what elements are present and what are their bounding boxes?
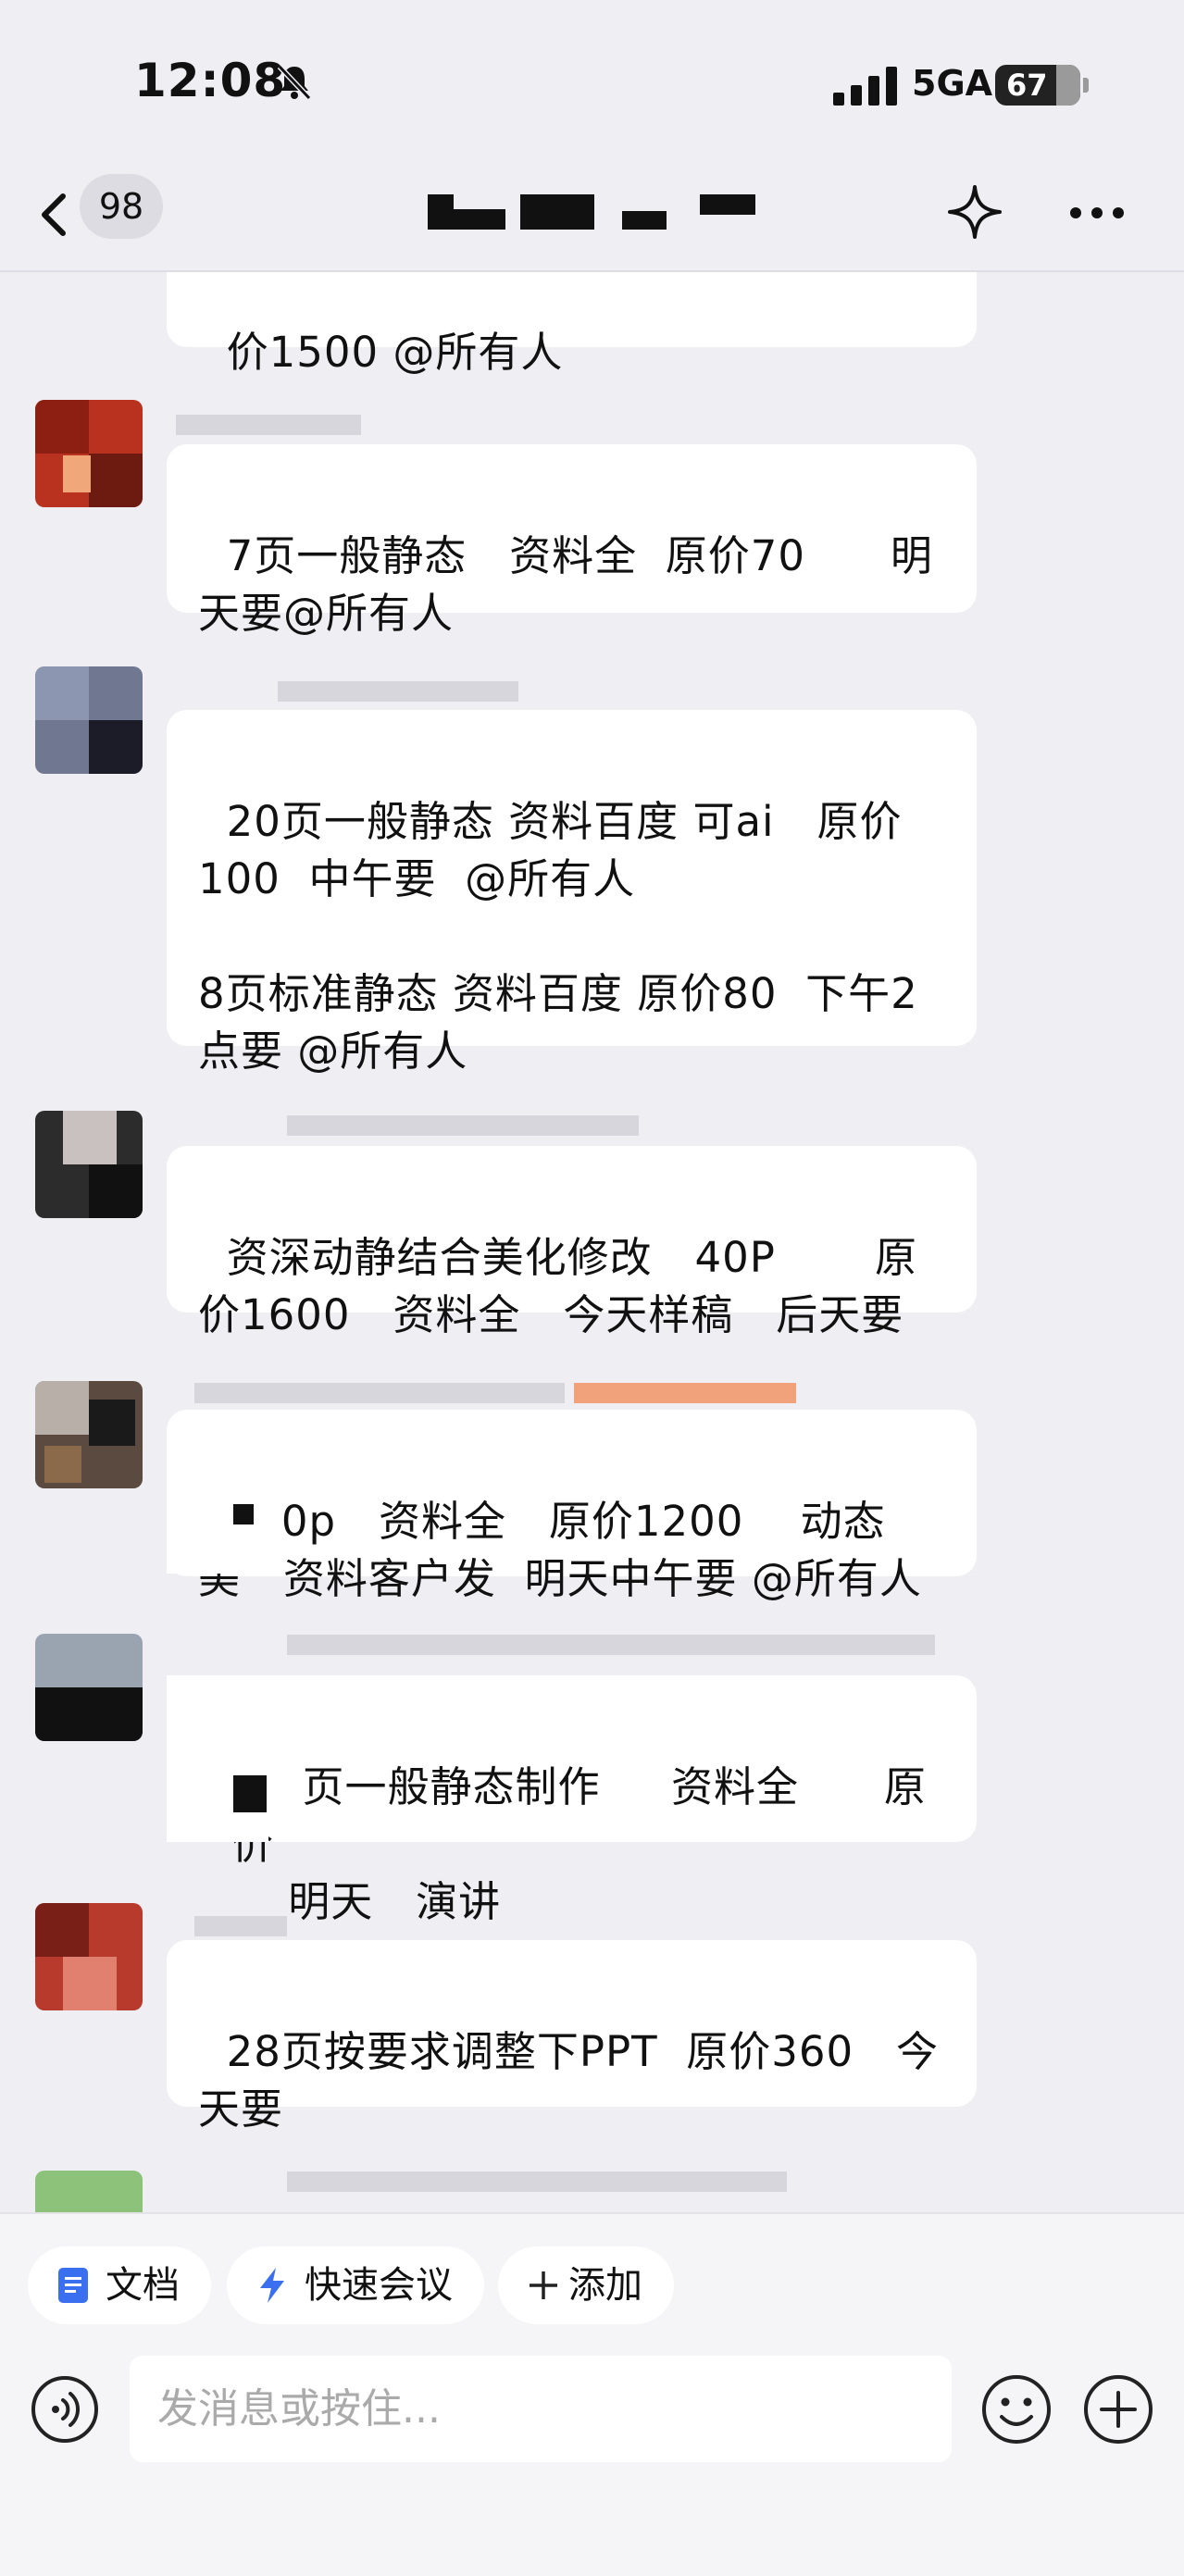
message-text: 页一般静态制作 资料全 原价 明天 演讲 (231, 1762, 927, 1926)
quick-action-label: 添加 (568, 2264, 642, 2307)
quick-action-label: 文档 (106, 2264, 180, 2307)
sender-name-redacted (287, 1635, 935, 1655)
title-redacted-block (428, 194, 454, 230)
unread-badge[interactable]: 98 (80, 174, 163, 239)
message-text: 20页一般静态 资料百度 可ai 原价100 中午要 @所有人 8页标准静态 资… (198, 797, 918, 1076)
voice-input-icon[interactable] (30, 2374, 100, 2445)
sparkle-ai-icon[interactable] (944, 181, 1005, 243)
title-redacted-block (520, 194, 594, 230)
doc-icon (58, 2268, 88, 2303)
title-redacted-block (700, 194, 755, 215)
add-circle-icon[interactable] (1081, 2372, 1155, 2446)
sender-name-redacted (176, 415, 361, 435)
battery-empty-part (1056, 65, 1080, 106)
message-text: 价1500 @所有人 (226, 328, 564, 377)
quick-action-doc[interactable]: 文档 (28, 2246, 211, 2324)
quick-action-add[interactable]: 添加 (498, 2246, 674, 2324)
avatar[interactable] (35, 1634, 143, 1741)
battery-level: 67 (1006, 68, 1048, 103)
avatar[interactable] (35, 666, 143, 774)
avatar[interactable] (35, 1381, 143, 1488)
message-bubble[interactable]: 20页一般静态 资料百度 可ai 原价100 中午要 @所有人 8页标准静态 资… (167, 710, 977, 1076)
sender-tag-redacted (574, 1383, 796, 1403)
quick-action-meeting[interactable]: 快速会议 (227, 2246, 484, 2324)
quick-action-label: 快速会议 (305, 2264, 453, 2307)
message-bubble[interactable]: 资深动静结合美化修改 40P 原价1600 资料全 今天样稿 后天要 (167, 1146, 977, 1339)
title-redacted-block (622, 211, 667, 230)
message-text: 资深动静结合美化修改 40P 原价1600 资料全 今天样稿 后天要 (198, 1233, 918, 1339)
message-text: 100p 资料全 原价1200 动态 美 资料客户发 明天中午要 @所有人 (198, 1497, 929, 1603)
back-arrow-icon[interactable] (28, 187, 83, 243)
sender-name-redacted (287, 2172, 787, 2192)
sender-name-redacted (287, 1115, 639, 1136)
avatar[interactable] (35, 2171, 143, 2212)
plus-icon (530, 2271, 557, 2299)
status-time: 12:08 (134, 54, 287, 107)
network-type: 5GA (912, 63, 993, 104)
signal-icon (833, 67, 897, 106)
message-bubble[interactable]: 页一般静态制作 资料全 原价 明天 演讲 (167, 1675, 977, 1926)
mute-bell-icon (277, 64, 312, 101)
avatar[interactable] (35, 400, 143, 507)
title-redacted-block (454, 209, 505, 230)
message-text: 7页一般静态 资料全 原价70 明天要@所有人 (198, 531, 933, 638)
redaction-patch (167, 1675, 268, 1842)
message-bubble[interactable]: 28页按要求调整下PPT 原价360 今天要 (167, 1940, 977, 2134)
sender-name-redacted (194, 1916, 287, 1936)
sender-name-redacted (194, 1383, 565, 1403)
redaction-mark (233, 1504, 254, 1524)
message-bubble[interactable]: 7页一般静态 资料全 原价70 明天要@所有人 (167, 444, 977, 638)
avatar[interactable] (35, 1111, 143, 1218)
message-input-placeholder: 发消息或按住... (157, 2385, 441, 2433)
battery-cap (1083, 78, 1089, 93)
message-input[interactable]: 发消息或按住... (130, 2356, 952, 2462)
message-bubble[interactable]: 100p 资料全 原价1200 动态 美 资料客户发 明天中午要 @所有人 (167, 1410, 977, 1603)
message-text: 28页按要求调整下PPT 原价360 今天要 (198, 2027, 940, 2134)
lightning-icon (260, 2268, 284, 2303)
avatar[interactable] (35, 1903, 143, 2010)
more-options-icon[interactable] (1065, 185, 1129, 241)
sender-name-redacted (278, 681, 518, 702)
redaction-mark (233, 1775, 267, 1812)
emoji-icon[interactable] (979, 2372, 1053, 2446)
redaction-patch (167, 1481, 278, 1574)
battery-indicator: 67 (995, 65, 1089, 106)
